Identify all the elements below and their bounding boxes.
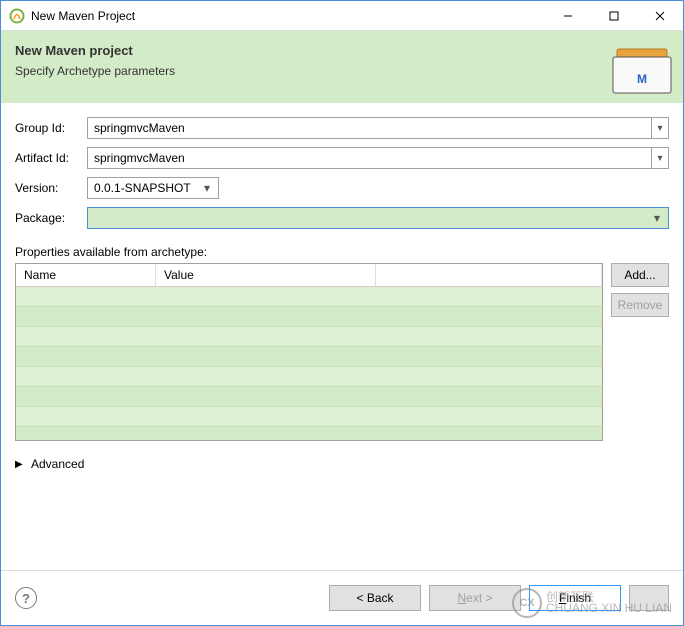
banner-subtitle: Specify Archetype parameters: [15, 64, 669, 78]
advanced-label: Advanced: [31, 457, 84, 471]
content-area: Group Id: ▾ Artifact Id: ▾ Version: 0.0.…: [1, 103, 683, 570]
window-title: New Maven Project: [31, 9, 545, 23]
cancel-button-partial[interactable]: [629, 585, 669, 611]
titlebar: New Maven Project: [1, 1, 683, 31]
properties-caption: Properties available from archetype:: [15, 245, 669, 259]
banner-title: New Maven project: [15, 43, 669, 58]
table-row: [16, 327, 602, 347]
table-row: [16, 387, 602, 407]
group-id-input[interactable]: [87, 117, 651, 139]
window-controls: [545, 1, 683, 30]
button-bar: ? < Back Next > Finish: [1, 570, 683, 625]
maximize-button[interactable]: [591, 1, 637, 30]
maven-app-icon: [9, 8, 25, 24]
finish-button[interactable]: Finish: [529, 585, 621, 611]
column-spacer: [376, 264, 602, 286]
version-label: Version:: [15, 181, 87, 195]
maven-large-icon: M: [611, 45, 673, 95]
back-button[interactable]: < Back: [329, 585, 421, 611]
table-row: [16, 287, 602, 307]
table-row: [16, 307, 602, 327]
group-id-dropdown-arrow[interactable]: ▾: [651, 117, 669, 139]
help-icon[interactable]: ?: [15, 587, 37, 609]
column-value[interactable]: Value: [156, 264, 376, 286]
advanced-toggle[interactable]: ▶ Advanced: [15, 457, 669, 471]
table-row: [16, 407, 602, 427]
remove-button[interactable]: Remove: [611, 293, 669, 317]
wizard-banner: New Maven project Specify Archetype para…: [1, 31, 683, 103]
artifact-id-dropdown-arrow[interactable]: ▾: [651, 147, 669, 169]
table-header: Name Value: [16, 264, 602, 287]
next-button[interactable]: Next >: [429, 585, 521, 611]
chevron-down-icon: ▾: [200, 181, 214, 195]
package-label: Package:: [15, 211, 87, 225]
artifact-id-label: Artifact Id:: [15, 151, 87, 165]
artifact-id-input[interactable]: [87, 147, 651, 169]
triangle-right-icon: ▶: [15, 459, 27, 470]
add-button[interactable]: Add...: [611, 263, 669, 287]
close-button[interactable]: [637, 1, 683, 30]
package-combo[interactable]: ▾: [87, 207, 669, 229]
table-row: [16, 347, 602, 367]
dialog-window: New Maven Project New Maven project Spec…: [0, 0, 684, 626]
column-name[interactable]: Name: [16, 264, 156, 286]
version-combo[interactable]: 0.0.1-SNAPSHOT ▾: [87, 177, 219, 199]
group-id-label: Group Id:: [15, 121, 87, 135]
chevron-down-icon: ▾: [650, 211, 664, 225]
table-row: [16, 367, 602, 387]
minimize-button[interactable]: [545, 1, 591, 30]
svg-text:M: M: [637, 72, 647, 86]
properties-table[interactable]: Name Value: [15, 263, 603, 441]
version-value: 0.0.1-SNAPSHOT: [94, 181, 191, 195]
